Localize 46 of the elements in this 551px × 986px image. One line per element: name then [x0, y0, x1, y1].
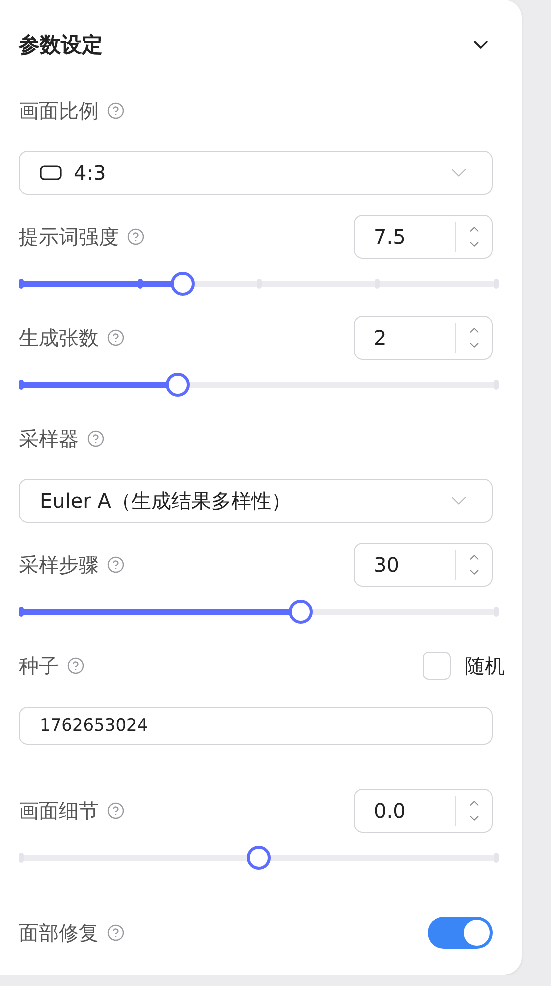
slider-thumb[interactable]: [166, 373, 190, 397]
help-icon[interactable]: [107, 556, 125, 574]
slider-thumb[interactable]: [289, 600, 314, 624]
slider-thumb[interactable]: [246, 846, 270, 870]
dropdown-select[interactable]: 4:3: [19, 151, 493, 195]
slider-track[interactable]: [21, 373, 496, 397]
checkbox-label: 随机: [465, 652, 505, 680]
toggle-switch[interactable]: [428, 917, 493, 949]
field-label: 生成张数: [19, 324, 99, 352]
dropdown-select[interactable]: Euler A（生成结果多样性）: [19, 479, 493, 523]
slider-thumb[interactable]: [170, 272, 194, 296]
seed-input[interactable]: 1762653024: [19, 707, 493, 745]
help-icon[interactable]: [107, 924, 125, 942]
number-input[interactable]: 2: [354, 316, 493, 360]
help-icon[interactable]: [67, 657, 85, 675]
slider-step-mark: [375, 279, 380, 289]
field-label: 画面细节: [19, 798, 99, 824]
help-icon[interactable]: [107, 102, 125, 120]
slider-track[interactable]: [21, 600, 496, 624]
slider-step-mark: [494, 853, 499, 863]
number-input[interactable]: 7.5: [354, 215, 493, 259]
slider-step-mark: [19, 279, 24, 289]
field-label: 种子: [19, 652, 59, 680]
slider-track[interactable]: [21, 846, 496, 870]
slider-step-mark: [19, 607, 24, 617]
field-label: 采样器: [19, 426, 79, 452]
help-icon[interactable]: [87, 430, 105, 448]
number-input[interactable]: 0.0: [354, 789, 493, 833]
panel-title: 参数设定: [19, 32, 103, 59]
field-label: 面部修复: [19, 920, 99, 946]
field-label: 采样步骤: [19, 552, 99, 578]
slider-step-mark: [256, 279, 262, 289]
checkbox[interactable]: [423, 652, 451, 680]
field-label: 画面比例: [19, 98, 99, 124]
slider-track[interactable]: [21, 272, 496, 296]
help-icon[interactable]: [107, 802, 125, 820]
slider-step-mark: [494, 607, 499, 617]
number-input[interactable]: 30: [354, 543, 493, 587]
slider-step-mark: [19, 853, 24, 863]
rectangle-icon: [40, 165, 62, 181]
help-icon[interactable]: [107, 329, 125, 347]
slider-step-mark: [494, 279, 499, 289]
help-icon[interactable]: [127, 228, 145, 246]
slider-step-mark: [494, 380, 499, 390]
field-label: 提示词强度: [19, 224, 119, 250]
slider-step-mark: [19, 380, 24, 390]
